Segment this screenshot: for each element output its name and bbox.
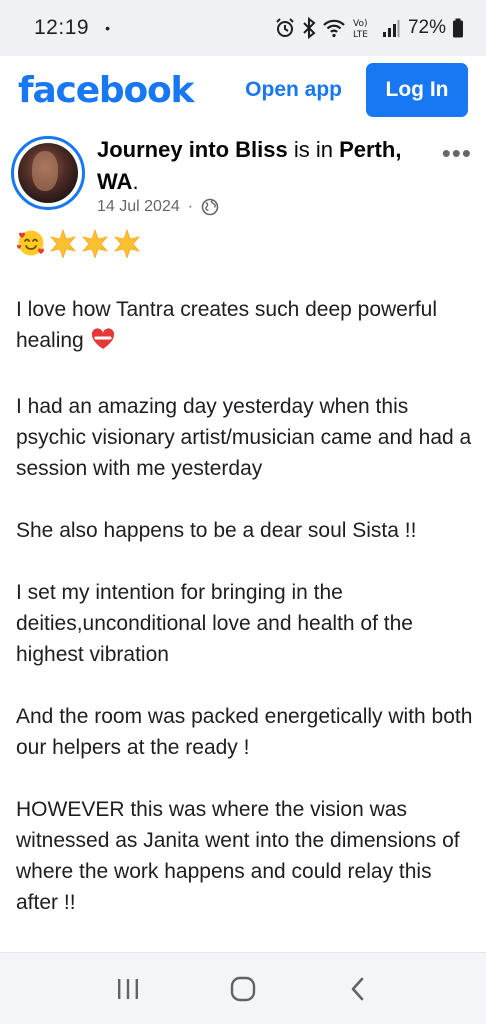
svg-text:Vo): Vo) <box>353 19 367 29</box>
author-name[interactable]: Journey into Bliss <box>97 137 288 162</box>
emoji-line <box>16 228 476 267</box>
author-connector: is in <box>287 137 340 162</box>
mending-heart-icon <box>90 327 116 360</box>
star-icon <box>112 228 142 267</box>
avatar[interactable] <box>11 136 85 210</box>
post-paragraph: I had an amazing day yesterday when this… <box>16 395 472 480</box>
svg-text:LTE: LTE <box>353 30 368 39</box>
post-meta: 14 Jul 2024 · <box>97 198 219 216</box>
post-body: I love how Tantra creates such deep powe… <box>16 228 476 949</box>
post-paragraph: And the room was packed energetically wi… <box>16 705 473 759</box>
recent-apps-icon[interactable] <box>98 964 158 1014</box>
alarm-icon <box>274 17 296 39</box>
more-options-icon[interactable]: ••• <box>442 138 472 169</box>
lte-icon: Vo) LTE <box>352 17 376 39</box>
star-icon <box>48 228 78 267</box>
post-paragraph: She also happens to be a dear soul Sista… <box>16 519 417 542</box>
system-nav-bar <box>0 952 486 1024</box>
author-line: Journey into Bliss is in Perth, WA. <box>97 134 427 198</box>
status-time: 12:19 <box>34 16 90 39</box>
post-header: Journey into Bliss is in Perth, WA. ••• … <box>0 130 486 230</box>
post-paragraph: I love how Tantra creates such deep powe… <box>16 294 476 360</box>
meta-separator: · <box>187 198 194 215</box>
signal-icon <box>382 18 400 38</box>
facebook-logo[interactable]: facebook <box>18 70 194 111</box>
status-dot: • <box>105 20 110 36</box>
open-app-link[interactable]: Open app <box>245 78 342 102</box>
status-bar: 12:19 • Vo) LTE 72% <box>0 0 486 56</box>
avatar-image <box>18 143 78 203</box>
home-icon[interactable] <box>213 964 273 1014</box>
post-paragraph: HOWEVER this was where the vision was wi… <box>16 798 460 914</box>
top-bar: facebook Open app Log In <box>0 56 486 124</box>
wifi-icon <box>322 18 346 38</box>
post-paragraph: I set my intention for bringing in the d… <box>16 581 413 666</box>
back-icon[interactable] <box>328 964 388 1014</box>
star-icon <box>80 228 110 267</box>
status-icons: Vo) LTE 72% <box>274 17 464 39</box>
globe-icon <box>201 198 219 216</box>
author-period: . <box>132 169 139 194</box>
login-button[interactable]: Log In <box>366 63 468 117</box>
smiling-face-with-hearts-icon <box>16 228 46 267</box>
paragraph-text: I love how Tantra creates such deep powe… <box>16 298 438 352</box>
battery-icon <box>452 18 464 38</box>
bluetooth-icon <box>302 17 316 39</box>
post-date[interactable]: 14 Jul 2024 <box>97 198 180 216</box>
battery-percent: 72% <box>407 17 446 38</box>
